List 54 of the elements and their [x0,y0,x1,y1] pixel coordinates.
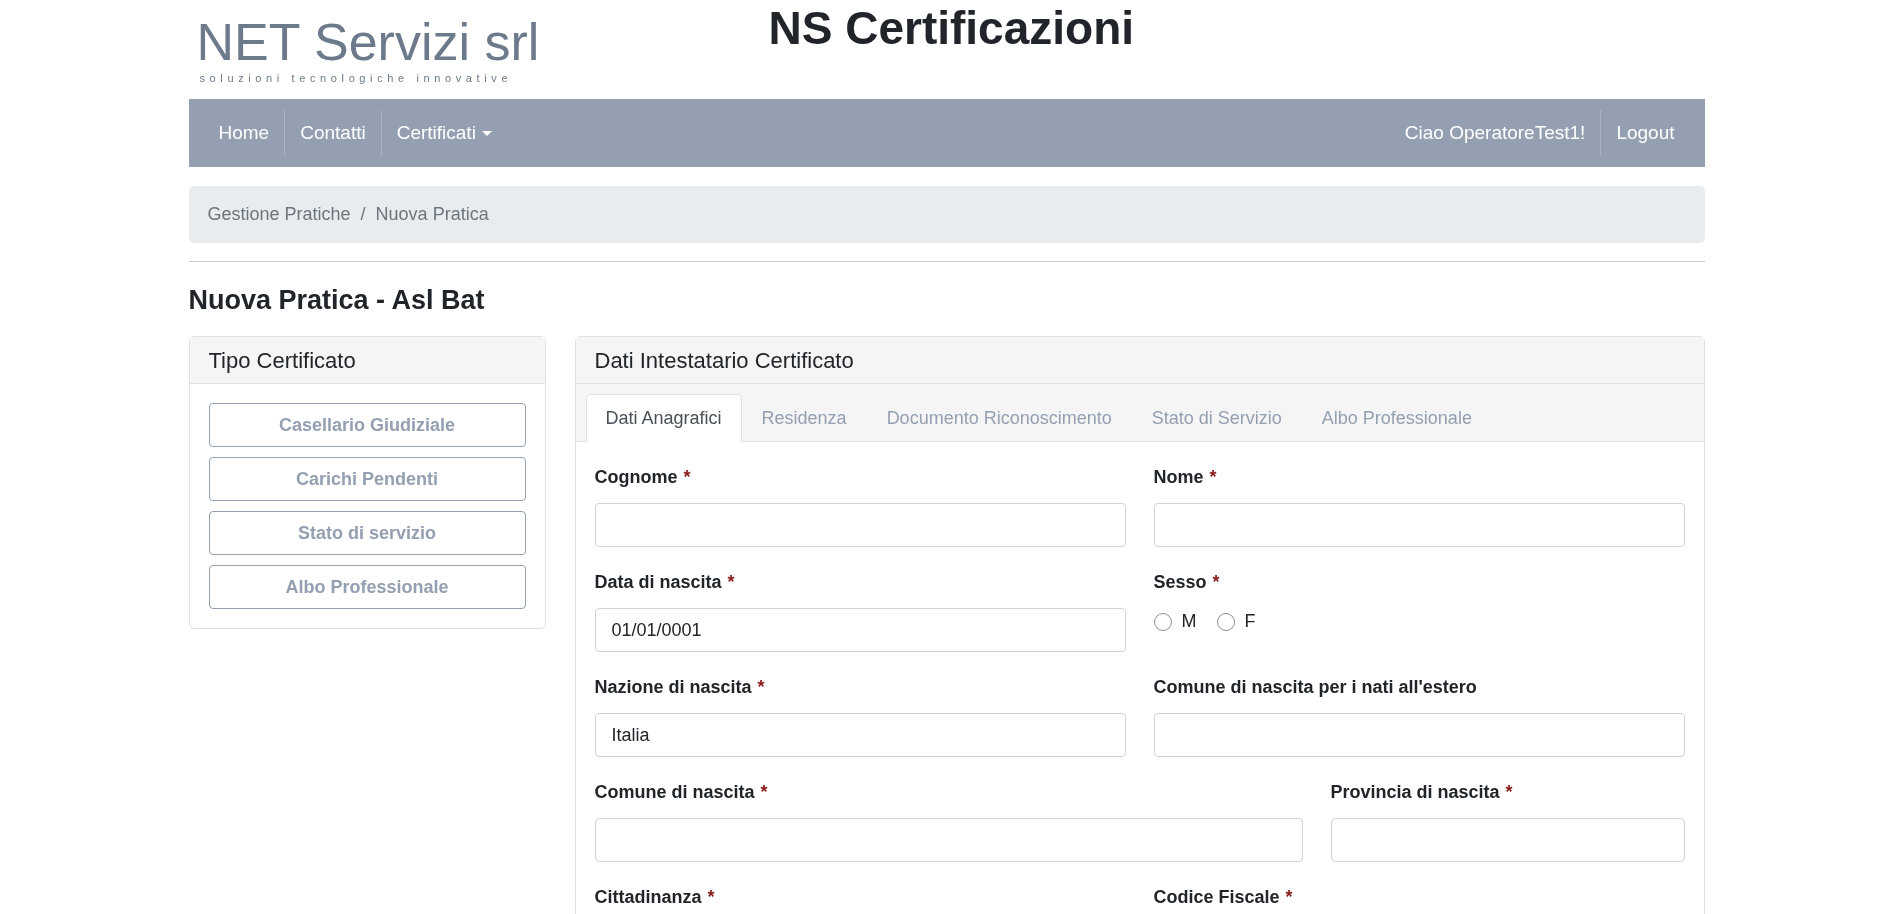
required-asterisk: * [1285,886,1293,909]
field-label: Cittadinanza [594,886,702,909]
radio-label: M [1181,610,1197,633]
nav-link[interactable]: Certificati [381,118,507,148]
panel-title: Dati Intestatario Certificato [594,346,854,375]
field-label: Provincia di nascita [1330,781,1500,804]
text-field[interactable] [1153,713,1685,757]
tab[interactable]: Stato di Servizio [1131,394,1302,442]
field-label: Cognome [594,466,678,489]
field-label: Nome [1153,466,1204,489]
certificate-type-button[interactable]: Casellario Giudiziale [208,403,526,447]
field-label: Nazione di nascita [594,676,752,699]
nav-link[interactable]: Contatti [285,118,381,148]
required-asterisk: * [1505,781,1513,804]
radio-button[interactable] [1153,612,1172,631]
site-title: NS Certificazioni [768,1,1134,56]
breadcrumb-separator: / [359,203,367,226]
required-asterisk: * [683,466,691,489]
company-logo-tagline: soluzioni tecnologiche innovative [198,71,514,86]
text-field[interactable]: 01/01/0001 [594,608,1126,652]
text-field[interactable] [1153,503,1685,547]
nav-link[interactable]: Home [203,118,285,148]
required-asterisk: * [760,781,768,804]
tab[interactable]: Dati Anagrafici [585,394,742,442]
field-label: Data di nascita [594,571,722,594]
text-field[interactable] [1330,818,1685,862]
caret-icon [481,130,492,136]
text-field[interactable]: Italia [594,713,1126,757]
required-asterisk: * [707,886,715,909]
tab[interactable]: Documento Riconoscimento [866,394,1132,442]
text-field[interactable] [594,503,1126,547]
field-label: Comune di nascita [594,781,755,804]
tab[interactable]: Residenza [741,394,867,442]
field-label: Codice Fiscale [1153,886,1280,909]
nav-link[interactable]: Ciao OperatoreTest1! [1389,118,1601,148]
field-label: Comune di nascita per i nati all'estero [1153,676,1477,699]
nav-link[interactable]: Logout [1601,118,1690,148]
radio-label: F [1244,610,1256,633]
required-asterisk: * [727,571,735,594]
required-asterisk: * [757,676,765,699]
radio-button[interactable] [1216,612,1235,631]
field-label: Sesso [1153,571,1207,594]
breadcrumb-link[interactable]: Nuova Pratica [375,201,489,228]
required-asterisk: * [1209,466,1217,489]
certificate-type-button[interactable]: Stato di servizio [208,511,526,555]
certificate-type-button[interactable]: Albo Professionale [208,565,526,609]
page-title: Nuova Pratica - Asl Bat [188,284,486,317]
breadcrumb-link[interactable]: Gestione Pratiche [207,201,351,228]
company-logo-name: NET Servizi srl [196,14,541,70]
tab[interactable]: Albo Professionale [1301,394,1492,442]
text-field[interactable] [594,818,1303,862]
required-asterisk: * [1212,571,1220,594]
certificate-type-button[interactable]: Carichi Pendenti [208,457,526,501]
panel-title: Tipo Certificato [208,346,356,375]
